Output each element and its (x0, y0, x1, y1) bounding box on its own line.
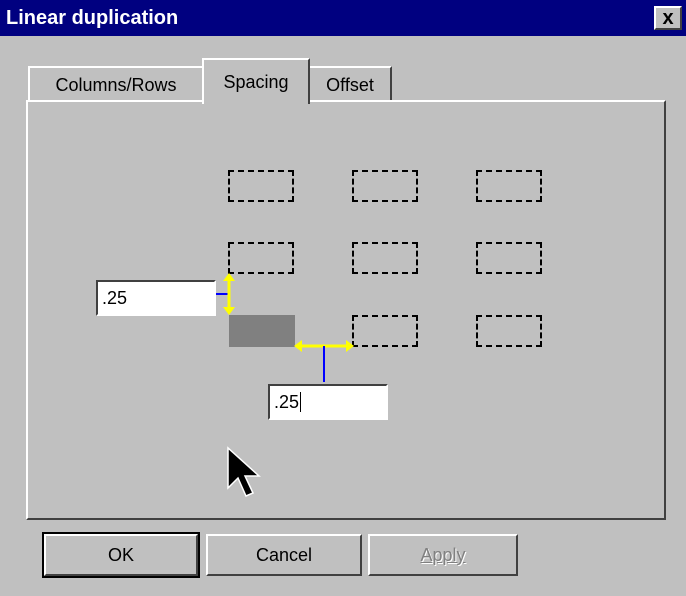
spacing-indicators (216, 273, 354, 497)
arrowhead-left (294, 340, 302, 352)
mouse-pointer-icon (227, 446, 261, 497)
arrowhead-right (346, 340, 354, 352)
arrowhead-up (223, 273, 235, 281)
spacing-preview: .25 .25 (0, 0, 686, 596)
linear-duplication-dialog: Linear duplication x Columns/Rows Spacin… (0, 0, 686, 596)
arrowhead-down (223, 307, 235, 315)
